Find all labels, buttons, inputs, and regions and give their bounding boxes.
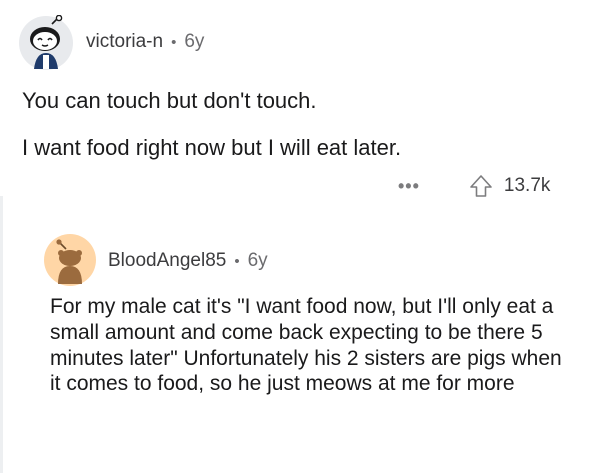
- meta-separator: •: [234, 252, 240, 270]
- thread-line[interactable]: [0, 196, 3, 473]
- comment-age: 6y: [184, 31, 205, 52]
- comment-meta: BloodAngel85 • 6y: [108, 250, 268, 272]
- more-options-icon[interactable]: •••: [398, 176, 420, 197]
- comment-paragraph: You can touch but don't touch.: [22, 88, 317, 113]
- upvote-arrow-icon: [470, 175, 492, 197]
- author-name[interactable]: victoria-n: [86, 31, 163, 53]
- meta-separator: •: [171, 33, 177, 51]
- avatar[interactable]: [44, 234, 96, 291]
- reply-text: For my male cat it's "I want food now, b…: [50, 295, 562, 396]
- author-name[interactable]: BloodAngel85: [108, 250, 226, 272]
- comment-age: 6y: [247, 250, 268, 271]
- upvote-count: 13.7k: [503, 175, 551, 196]
- avatar[interactable]: [18, 14, 74, 76]
- comment-paragraph: I want food right now but I will eat lat…: [22, 135, 402, 160]
- comment-meta: victoria-n • 6y: [86, 31, 204, 53]
- upvote-button[interactable]: 13.7k: [468, 173, 550, 199]
- snoo-avatar-icon: [19, 14, 73, 70]
- comment-actions: ••• 13.7k: [398, 173, 550, 199]
- snoo-avatar-icon: [44, 234, 96, 286]
